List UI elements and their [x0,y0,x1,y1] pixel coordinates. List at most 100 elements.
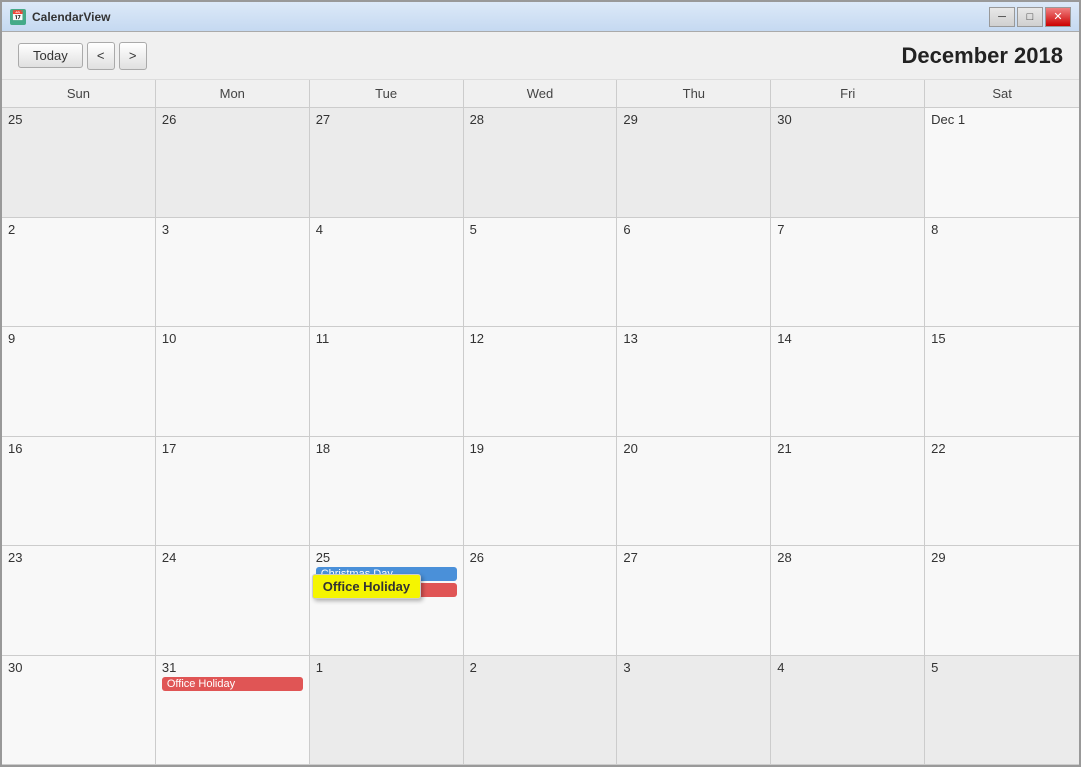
cell-date: 14 [777,331,918,346]
today-button[interactable]: Today [18,43,83,68]
calendar-cell[interactable]: 19 [464,437,618,547]
calendar-cell[interactable]: 16 [2,437,156,547]
cell-date: 7 [777,222,918,237]
cell-date: 26 [162,112,303,127]
cell-date: 10 [162,331,303,346]
calendar-cell[interactable]: 25 [2,108,156,218]
calendar-cell[interactable]: 5 [925,656,1079,766]
cell-date: 5 [931,660,1073,675]
title-controls: ─ □ ✕ [989,7,1071,27]
restore-button[interactable]: □ [1017,7,1043,27]
minimize-button[interactable]: ─ [989,7,1015,27]
cell-date: 30 [8,660,149,675]
calendar-cell[interactable]: 26 [156,108,310,218]
title-bar-left: 📅 CalendarView [10,9,110,25]
event-christmas-red[interactable]: Office Holiday [162,677,303,691]
calendar-cell[interactable]: 10 [156,327,310,437]
cell-date: 25 [316,550,457,565]
prev-button[interactable]: < [87,42,115,70]
calendar-cell[interactable]: 1 [310,656,464,766]
cell-date: 1 [316,660,457,675]
calendar-cell[interactable]: 18 [310,437,464,547]
cell-date: 24 [162,550,303,565]
calendar-cell[interactable]: 8 [925,218,1079,328]
calendar-grid: 252627282930Dec 123456789101112131415161… [2,108,1079,765]
calendar-cell[interactable]: 2 [2,218,156,328]
cell-date: 28 [470,112,611,127]
calendar-cell[interactable]: 3 [156,218,310,328]
calendar-cell[interactable]: 9 [2,327,156,437]
cell-date: 16 [8,441,149,456]
cell-date: 8 [931,222,1073,237]
day-header-sun: Sun [2,80,156,107]
calendar-cell[interactable]: 17 [156,437,310,547]
cell-date: 20 [623,441,764,456]
calendar-cell[interactable]: 13 [617,327,771,437]
cell-date: 3 [623,660,764,675]
calendar-cell[interactable]: 30 [771,108,925,218]
cell-date: 5 [470,222,611,237]
calendar-cell[interactable]: 23 [2,546,156,656]
calendar-cell[interactable]: 20 [617,437,771,547]
calendar-cell[interactable]: 21 [771,437,925,547]
cell-date: 6 [623,222,764,237]
calendar-cell[interactable]: 26 [464,546,618,656]
cell-date: 11 [316,331,457,346]
event-office-holiday[interactable]: Office Holiday [312,574,421,599]
calendar-cell[interactable]: 29 [617,108,771,218]
calendar-cell[interactable]: 25Christmas DayChristmas DayOffice Holid… [310,546,464,656]
cell-date: 29 [931,550,1073,565]
main-window: 📅 CalendarView ─ □ ✕ Today < > December … [0,0,1081,767]
day-header-wed: Wed [464,80,618,107]
cell-date: 25 [8,112,149,127]
calendar-cell[interactable]: 31 Office Holiday [156,656,310,766]
calendar-cell[interactable]: 4 [771,656,925,766]
day-header-thu: Thu [617,80,771,107]
next-button[interactable]: > [119,42,147,70]
calendar-cell[interactable]: 27 [310,108,464,218]
calendar-cell[interactable]: Dec 1 [925,108,1079,218]
calendar-cell[interactable]: 12 [464,327,618,437]
cell-date: 21 [777,441,918,456]
calendar-cell[interactable]: 4 [310,218,464,328]
cell-date: 31 [162,660,303,675]
cell-date: Dec 1 [931,112,1073,127]
cell-date: 13 [623,331,764,346]
calendar-cell[interactable]: 14 [771,327,925,437]
cell-date: 28 [777,550,918,565]
day-header-fri: Fri [771,80,925,107]
day-header-tue: Tue [310,80,464,107]
calendar-cell[interactable]: 27 [617,546,771,656]
cell-date: 29 [623,112,764,127]
window-title: CalendarView [32,10,110,24]
cell-date: 30 [777,112,918,127]
cell-date: 26 [470,550,611,565]
day-header-mon: Mon [156,80,310,107]
cell-date: 3 [162,222,303,237]
calendar-cell[interactable]: 15 [925,327,1079,437]
toolbar-left: Today < > [18,42,147,70]
calendar-cell[interactable]: 28 [464,108,618,218]
calendar-cell[interactable]: 2 [464,656,618,766]
calendar-cell[interactable]: 29 [925,546,1079,656]
calendar-cell[interactable]: 6 [617,218,771,328]
calendar-cell[interactable]: 30 [2,656,156,766]
cell-date: 12 [470,331,611,346]
app-icon: 📅 [10,9,26,25]
calendar-cell[interactable]: 5 [464,218,618,328]
calendar-cell[interactable]: 11 [310,327,464,437]
calendar-cell[interactable]: 24 [156,546,310,656]
cell-date: 19 [470,441,611,456]
calendar-cell[interactable]: 3 [617,656,771,766]
cell-date: 4 [316,222,457,237]
cell-date: 2 [470,660,611,675]
cell-date: 15 [931,331,1073,346]
cell-date: 27 [623,550,764,565]
calendar-cell[interactable]: 28 [771,546,925,656]
calendar-cell[interactable]: 22 [925,437,1079,547]
toolbar: Today < > December 2018 [2,32,1079,80]
close-button[interactable]: ✕ [1045,7,1071,27]
calendar-cell[interactable]: 7 [771,218,925,328]
cell-date: 9 [8,331,149,346]
cell-date: 27 [316,112,457,127]
